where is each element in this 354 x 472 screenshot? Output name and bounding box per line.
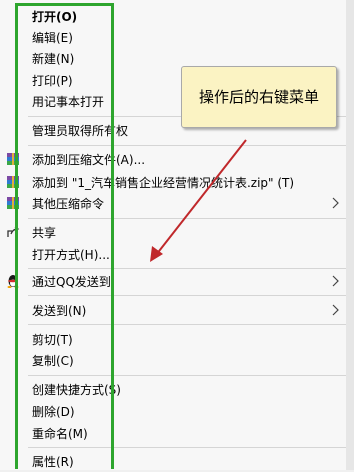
callout-box: 操作后的右键菜单 (181, 66, 337, 128)
chevron-right-icon (332, 197, 339, 209)
highlight-box (15, 3, 114, 469)
background-window-edge (346, 0, 354, 470)
chevron-right-icon (332, 275, 339, 287)
callout-text: 操作后的右键菜单 (198, 88, 319, 106)
screenshot: 打开(O) 编辑(E) 新建(N) 打印(P) 用记事本打开 管理员取得所有权 … (0, 0, 354, 470)
chevron-right-icon (332, 304, 339, 316)
